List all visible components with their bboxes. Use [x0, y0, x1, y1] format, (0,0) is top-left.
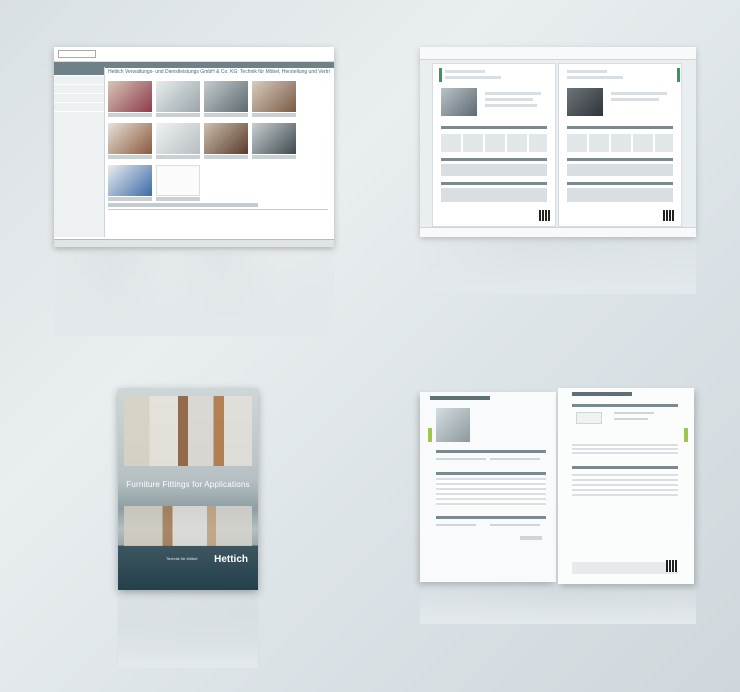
table-header	[441, 126, 547, 129]
hettich-logo: Hettich	[214, 554, 248, 565]
text-line	[445, 76, 501, 79]
reflection-fade	[54, 252, 334, 336]
text-line	[567, 76, 623, 79]
text-line	[614, 412, 654, 414]
sidebar-item	[54, 103, 104, 112]
sidebar-item	[54, 94, 104, 103]
table-header	[572, 466, 678, 469]
text-line	[485, 92, 541, 95]
reflection-fade	[420, 590, 696, 624]
text-line	[490, 458, 540, 460]
cover-photo-top	[124, 396, 252, 466]
table-body	[441, 164, 547, 176]
table-body	[567, 188, 673, 202]
viewer-statusbar	[420, 227, 696, 237]
catalogue-page-left	[432, 63, 556, 227]
page-header	[430, 396, 490, 400]
sidebar-item	[54, 76, 104, 85]
text-line	[611, 98, 659, 101]
table-header	[436, 516, 546, 519]
icon-row	[441, 134, 547, 152]
thumbnail	[204, 123, 248, 161]
site-heading: Hettich Verwaltungs- und Dienstleistungs…	[108, 69, 330, 75]
icon-row	[567, 134, 673, 152]
sidebar-item	[54, 85, 104, 94]
section-tab	[684, 428, 688, 442]
footer-box	[572, 562, 678, 574]
text-line	[611, 92, 667, 95]
table-header	[436, 472, 546, 475]
qr-code	[666, 560, 678, 572]
thumbnail	[156, 165, 200, 203]
thumbnail	[252, 123, 296, 161]
reflection-fade	[118, 594, 258, 668]
text-line	[490, 524, 540, 526]
qr-code	[663, 210, 674, 221]
section-tab	[428, 428, 432, 442]
sidebar-item	[54, 67, 104, 76]
text-line	[520, 536, 542, 540]
site-footer	[54, 239, 334, 247]
brochure-title: Furniture Fittings for Applications	[126, 480, 250, 489]
table-header	[441, 158, 547, 161]
catalogue-right-page	[558, 388, 694, 584]
text-line	[436, 458, 486, 460]
product-photo	[567, 88, 603, 116]
thumbnail	[252, 81, 296, 119]
accent-bar	[439, 68, 442, 82]
table-header	[572, 404, 678, 407]
table-body	[441, 188, 547, 202]
diagram	[576, 412, 602, 424]
brochure-tagline: Technik für Möbel	[166, 556, 198, 561]
reflection-fade	[420, 240, 696, 294]
data-table	[572, 444, 678, 456]
thumbnail	[108, 165, 152, 203]
text-line	[614, 418, 648, 420]
text-line	[567, 70, 607, 73]
page-header	[572, 392, 632, 396]
cover-photo-bottom	[124, 506, 252, 546]
thumbnail	[108, 81, 152, 119]
text-line	[436, 524, 476, 526]
qr-code	[539, 210, 550, 221]
accent-bar	[677, 68, 680, 82]
brochure-cover: Furniture Fittings for Applications Tech…	[118, 388, 258, 590]
site-note	[108, 203, 258, 207]
table-header	[567, 158, 673, 161]
text-line	[485, 104, 537, 107]
website-preview: Hettich Verwaltungs- und Dienstleistungs…	[54, 47, 334, 247]
thumbnail	[156, 123, 200, 161]
table-header	[441, 182, 547, 185]
divider	[108, 209, 328, 210]
table-body	[567, 164, 673, 176]
open-catalogue	[420, 388, 696, 588]
catalogue-left-page	[420, 392, 556, 582]
table-header	[436, 450, 546, 453]
text-line	[485, 98, 533, 101]
data-table	[572, 474, 678, 496]
viewer-toolbar	[420, 47, 696, 60]
product-photo	[441, 88, 477, 116]
table-header	[567, 182, 673, 185]
product-photo	[436, 408, 470, 442]
search-input	[58, 50, 96, 58]
site-topbar	[54, 47, 334, 62]
thumbnail	[156, 81, 200, 119]
text-line	[445, 70, 485, 73]
ecatalogue-viewer	[420, 47, 696, 237]
thumbnail	[108, 123, 152, 161]
thumbnail	[204, 81, 248, 119]
data-table	[436, 478, 546, 506]
table-header	[567, 126, 673, 129]
site-sidebar	[54, 67, 105, 237]
catalogue-page-right	[558, 63, 682, 227]
